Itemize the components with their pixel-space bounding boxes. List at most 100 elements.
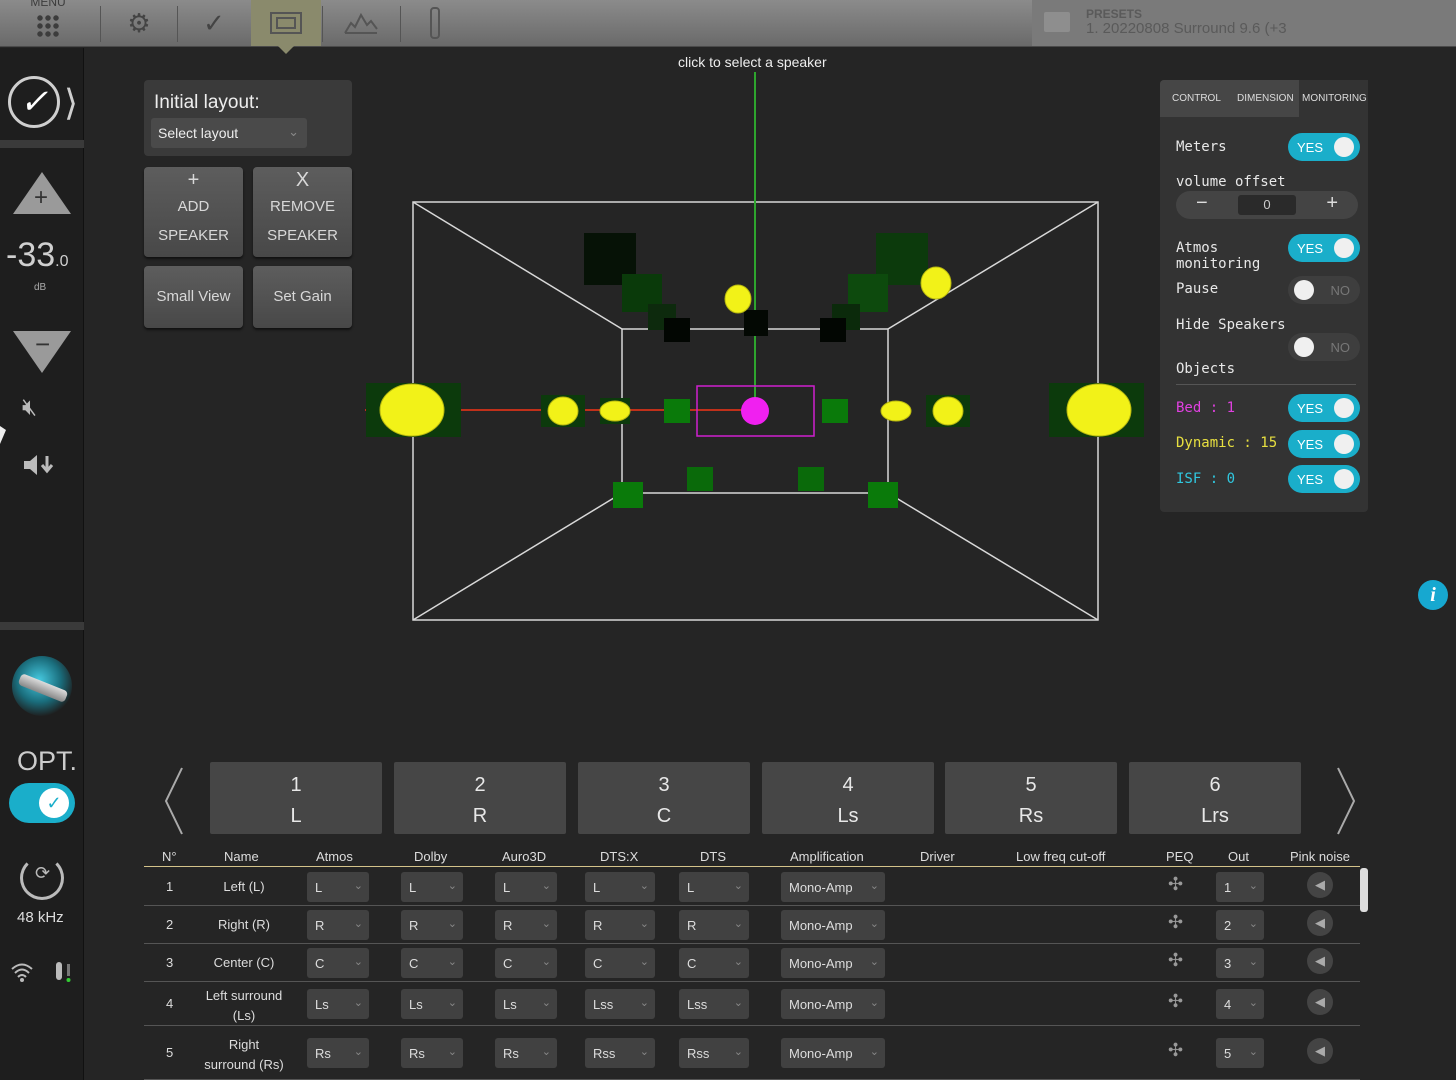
peq-icon[interactable]: ✣ xyxy=(1168,912,1183,933)
pink-noise-speaker-icon[interactable]: ◀ xyxy=(1307,948,1333,974)
dtsx-select[interactable]: R ⌄ xyxy=(585,910,655,940)
pink-noise-speaker-icon[interactable]: ◀ xyxy=(1307,910,1333,936)
dtsx-select[interactable]: Rss ⌄ xyxy=(585,1038,655,1068)
volume-down-button[interactable]: − xyxy=(13,329,71,373)
graph-icon[interactable] xyxy=(326,0,396,46)
pink-noise-speaker-icon[interactable]: ◀ xyxy=(1307,872,1333,898)
speaker-tab[interactable]: 2R xyxy=(394,762,566,834)
chevron-right-icon[interactable] xyxy=(1334,766,1358,836)
dolby-select[interactable]: R ⌄ xyxy=(401,910,463,940)
dolby-select[interactable]: Rs ⌄ xyxy=(401,1038,463,1068)
speaker-C-selected[interactable] xyxy=(741,397,769,425)
object-sphere[interactable] xyxy=(379,383,445,437)
speaker-tab[interactable]: 4 Ls xyxy=(762,762,934,834)
hide-speakers-toggle[interactable]: NO xyxy=(1288,333,1360,361)
speaker-front-center-right[interactable] xyxy=(822,399,848,423)
amplification-select[interactable]: Mono-Amp ⌄ xyxy=(781,872,885,902)
object-sphere[interactable] xyxy=(1066,383,1132,437)
input-source-icon[interactable] xyxy=(12,656,72,716)
auro3d-select[interactable]: R ⌄ xyxy=(495,910,557,940)
peq-icon[interactable]: ✣ xyxy=(1168,991,1183,1012)
dts-select[interactable]: Lss ⌄ xyxy=(679,989,749,1019)
plus-icon[interactable]: + xyxy=(1326,192,1338,215)
auro3d-select[interactable]: L ⌄ xyxy=(495,872,557,902)
dts-select[interactable]: Rss ⌄ xyxy=(679,1038,749,1068)
logo-icon[interactable]: ✓ xyxy=(8,76,60,128)
volume-up-button[interactable]: + xyxy=(13,172,71,214)
isf-toggle[interactable]: YES xyxy=(1288,465,1360,493)
atmos-select[interactable]: L ⌄ xyxy=(307,872,369,902)
tab-monitoring[interactable]: MONITORING xyxy=(1299,80,1368,117)
menu-button[interactable]: MENU xyxy=(16,0,80,42)
dim-icon[interactable] xyxy=(22,452,56,485)
speaker-surround-right[interactable] xyxy=(868,482,898,508)
amplification-select[interactable]: Mono-Amp ⌄ xyxy=(781,948,885,978)
object-sphere[interactable] xyxy=(724,284,752,314)
out-select[interactable]: 1 ⌄ xyxy=(1216,872,1264,902)
atmos-select[interactable]: C ⌄ xyxy=(307,948,369,978)
pink-noise-speaker-icon[interactable]: ◀ xyxy=(1307,989,1333,1015)
table-scrollbar[interactable] xyxy=(1360,868,1368,912)
remove-speaker-button[interactable]: X REMOVE SPEAKER xyxy=(253,167,352,257)
atmos-select[interactable]: R ⌄ xyxy=(307,910,369,940)
meters-toggle[interactable]: YES xyxy=(1288,133,1360,161)
object-sphere[interactable] xyxy=(547,396,579,426)
atmos-monitoring-toggle[interactable]: YES xyxy=(1288,234,1360,262)
dynamic-toggle[interactable]: YES xyxy=(1288,430,1360,458)
dts-select[interactable]: C ⌄ xyxy=(679,948,749,978)
minus-icon[interactable]: − xyxy=(1196,192,1208,215)
out-select[interactable]: 2 ⌄ xyxy=(1216,910,1264,940)
out-select[interactable]: 5 ⌄ xyxy=(1216,1038,1264,1068)
peq-icon[interactable]: ✣ xyxy=(1168,950,1183,971)
auro3d-select[interactable]: Ls ⌄ xyxy=(495,989,557,1019)
speaker-surround-left[interactable] xyxy=(613,482,643,508)
settings-icon[interactable]: ⚙ xyxy=(104,0,174,46)
dts-select[interactable]: L ⌄ xyxy=(679,872,749,902)
opt-toggle[interactable]: ✓ xyxy=(9,783,75,823)
dts-select[interactable]: R ⌄ xyxy=(679,910,749,940)
dolby-select[interactable]: L ⌄ xyxy=(401,872,463,902)
out-select[interactable]: 4 ⌄ xyxy=(1216,989,1264,1019)
info-icon[interactable]: i xyxy=(1418,580,1448,610)
dtsx-select[interactable]: L ⌄ xyxy=(585,872,655,902)
mute-icon[interactable]: 🔇︎ xyxy=(22,394,37,422)
atmos-select[interactable]: Ls ⌄ xyxy=(307,989,369,1019)
small-view-button[interactable]: Small View xyxy=(144,266,243,328)
speaker-top-left-inner[interactable] xyxy=(664,318,690,342)
speaker-tab[interactable]: 3C xyxy=(578,762,750,834)
expand-arrow-icon[interactable]: ⟩ xyxy=(64,82,78,124)
set-gain-button[interactable]: Set Gain xyxy=(253,266,352,328)
speaker-tab[interactable]: 1L xyxy=(210,762,382,834)
object-sphere[interactable] xyxy=(880,400,912,422)
speaker-front-center-left[interactable] xyxy=(664,399,690,423)
dolby-select[interactable]: C ⌄ xyxy=(401,948,463,978)
tab-control[interactable]: CONTROL xyxy=(1172,93,1221,104)
speaker-tab[interactable]: 5 Rs xyxy=(945,762,1117,834)
speaker-top-center[interactable] xyxy=(744,310,768,336)
add-speaker-button[interactable]: + ADD SPEAKER xyxy=(144,167,243,257)
peq-icon[interactable]: ✣ xyxy=(1168,1040,1183,1061)
speaker-rear-left[interactable] xyxy=(687,467,713,491)
pause-toggle[interactable]: NO xyxy=(1288,276,1360,304)
object-sphere[interactable] xyxy=(920,266,952,300)
speaker-tab[interactable]: 6 Lrs xyxy=(1129,762,1301,834)
check-icon[interactable]: ✓ xyxy=(179,0,249,46)
layout-select[interactable]: Select layout ⌄ xyxy=(151,118,307,148)
amplification-select[interactable]: Mono-Amp ⌄ xyxy=(781,910,885,940)
speaker-rear-right[interactable] xyxy=(798,467,824,491)
layout-icon[interactable] xyxy=(251,0,321,46)
peq-icon[interactable]: ✣ xyxy=(1168,874,1183,895)
volume-offset-value[interactable]: 0 xyxy=(1238,195,1296,215)
amplification-select[interactable]: Mono-Amp ⌄ xyxy=(781,989,885,1019)
out-select[interactable]: 3 ⌄ xyxy=(1216,948,1264,978)
pink-noise-speaker-icon[interactable]: ◀ xyxy=(1307,1038,1333,1064)
atmos-select[interactable]: Rs ⌄ xyxy=(307,1038,369,1068)
dolby-select[interactable]: Ls ⌄ xyxy=(401,989,463,1019)
presets-selector[interactable]: PRESETS 1. 20220808 Surround 9.6 (+3 xyxy=(1032,0,1456,46)
chevron-left-icon[interactable] xyxy=(162,766,186,836)
speaker-top-right-inner[interactable] xyxy=(820,318,846,342)
dtsx-select[interactable]: Lss ⌄ xyxy=(585,989,655,1019)
dtsx-select[interactable]: C ⌄ xyxy=(585,948,655,978)
amplification-select[interactable]: Mono-Amp ⌄ xyxy=(781,1038,885,1068)
speaker-3d-view[interactable] xyxy=(360,52,1160,652)
